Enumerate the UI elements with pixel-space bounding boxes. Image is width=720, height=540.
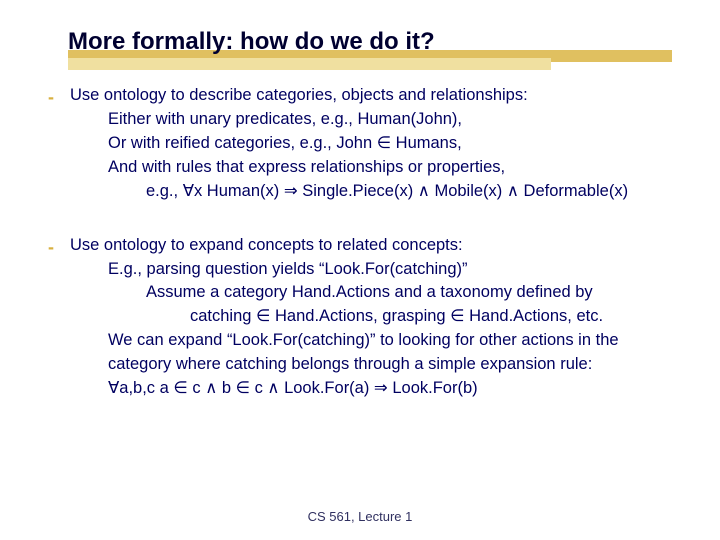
b2-line-6: ∀a,b,c a ∈ c ∧ b ∈ c ∧ Look.For(a) ⇒ Loo… bbox=[70, 377, 672, 401]
bullet-item-2: Use ontology to expand concepts to relat… bbox=[48, 234, 672, 401]
b1-line-4: e.g., ∀x Human(x) ⇒ Single.Piece(x) ∧ Mo… bbox=[70, 180, 672, 204]
b2-line-4: We can expand “Look.For(catching)” to lo… bbox=[70, 329, 672, 353]
title-underline-2 bbox=[68, 58, 551, 70]
bullet-item-1: Use ontology to describe categories, obj… bbox=[48, 84, 672, 204]
b2-line-0: Use ontology to expand concepts to relat… bbox=[70, 236, 463, 254]
b1-line-0: Use ontology to describe categories, obj… bbox=[70, 86, 528, 104]
b1-line-1: Either with unary predicates, e.g., Huma… bbox=[70, 108, 672, 132]
b2-line-2: Assume a category Hand.Actions and a tax… bbox=[70, 281, 672, 305]
slide-footer: CS 561, Lecture 1 bbox=[0, 509, 720, 524]
slide: More formally: how do we do it? Use onto… bbox=[0, 0, 720, 540]
slide-title: More formally: how do we do it? bbox=[68, 28, 672, 56]
b1-line-3: And with rules that express relationship… bbox=[70, 156, 672, 180]
b1-line-2: Or with reified categories, e.g., John ∈… bbox=[70, 132, 672, 156]
b2-line-5: category where catching belongs through … bbox=[70, 353, 672, 377]
title-block: More formally: how do we do it? bbox=[68, 28, 672, 56]
b2-line-3: catching ∈ Hand.Actions, grasping ∈ Hand… bbox=[70, 305, 672, 329]
bullet-list: Use ontology to describe categories, obj… bbox=[48, 84, 672, 401]
b2-line-1: E.g., parsing question yields “Look.For(… bbox=[70, 258, 672, 282]
